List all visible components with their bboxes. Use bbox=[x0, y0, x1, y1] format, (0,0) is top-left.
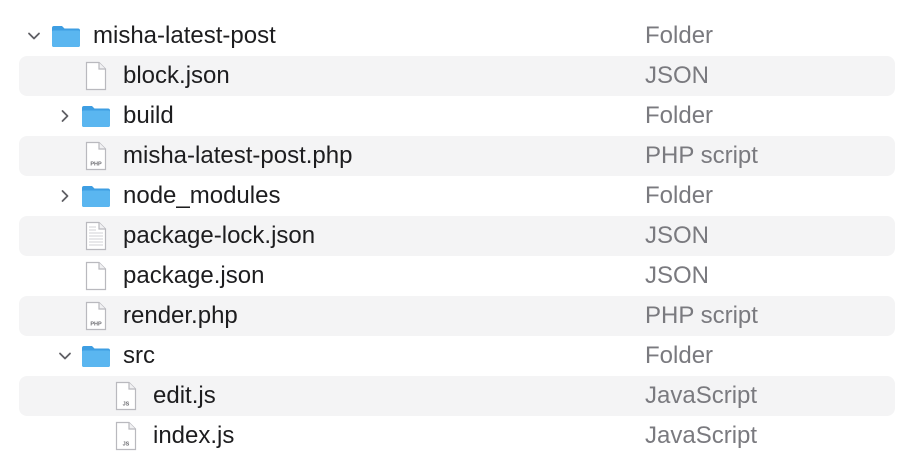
file-kind: JSON bbox=[645, 62, 710, 89]
js-badge: JS bbox=[123, 402, 130, 408]
list-item-build[interactable]: build Folder bbox=[19, 96, 895, 136]
list-item-edit-js[interactable]: JS edit.js JavaScript bbox=[19, 376, 895, 416]
file-name: edit.js bbox=[153, 382, 216, 409]
file-name: misha-latest-post bbox=[93, 22, 276, 49]
js-file-icon: JS bbox=[110, 380, 142, 412]
folder-icon bbox=[80, 100, 112, 132]
file-name: src bbox=[123, 342, 155, 369]
file-kind: Folder bbox=[645, 182, 714, 209]
list-item-node-modules[interactable]: node_modules Folder bbox=[19, 176, 895, 216]
list-item-src[interactable]: src Folder bbox=[19, 336, 895, 376]
list-item-package-json[interactable]: package.json JSON bbox=[19, 256, 895, 296]
file-kind: JSON bbox=[645, 262, 710, 289]
file-kind: PHP script bbox=[645, 302, 758, 329]
chevron-right-icon[interactable] bbox=[55, 186, 75, 206]
js-badge: JS bbox=[123, 442, 130, 448]
chevron-right-icon[interactable] bbox=[55, 106, 75, 126]
file-kind: PHP script bbox=[645, 142, 758, 169]
folder-icon bbox=[50, 20, 82, 52]
file-kind: JSON bbox=[645, 222, 710, 249]
list-item-index-js[interactable]: JS index.js JavaScript bbox=[19, 416, 895, 456]
file-name: index.js bbox=[153, 422, 235, 449]
php-badge: PHP bbox=[90, 322, 102, 328]
list-item-misha-latest-post-php[interactable]: PHP misha-latest-post.php PHP script bbox=[19, 136, 895, 176]
file-name: package-lock.json bbox=[123, 222, 316, 249]
list-item-package-lock-json[interactable]: package-lock.json JSON bbox=[19, 216, 895, 256]
chevron-down-icon[interactable] bbox=[24, 26, 44, 46]
list-item-misha-latest-post[interactable]: misha-latest-post Folder bbox=[19, 16, 895, 56]
php-file-icon: PHP bbox=[80, 300, 112, 332]
file-name: misha-latest-post.php bbox=[123, 142, 353, 169]
json-file-icon bbox=[80, 60, 112, 92]
folder-icon bbox=[80, 180, 112, 212]
file-kind: JavaScript bbox=[645, 422, 758, 449]
file-kind: Folder bbox=[645, 342, 714, 369]
list-item-block-json[interactable]: block.json JSON bbox=[19, 56, 895, 96]
chevron-down-icon[interactable] bbox=[55, 346, 75, 366]
file-kind: JavaScript bbox=[645, 382, 758, 409]
file-kind: Folder bbox=[645, 102, 714, 129]
php-badge: PHP bbox=[90, 162, 102, 168]
json-file-icon bbox=[80, 220, 112, 252]
file-name: package.json bbox=[123, 262, 265, 289]
file-kind: Folder bbox=[645, 22, 714, 49]
json-file-icon bbox=[80, 260, 112, 292]
file-name: node_modules bbox=[123, 182, 281, 209]
php-file-icon: PHP bbox=[80, 140, 112, 172]
file-list: misha-latest-post Folder block.json JSON… bbox=[0, 0, 914, 470]
folder-icon bbox=[80, 340, 112, 372]
file-name: block.json bbox=[123, 62, 230, 89]
list-item-render-php[interactable]: PHP render.php PHP script bbox=[19, 296, 895, 336]
js-file-icon: JS bbox=[110, 420, 142, 452]
file-name: build bbox=[123, 102, 174, 129]
file-name: render.php bbox=[123, 302, 238, 329]
